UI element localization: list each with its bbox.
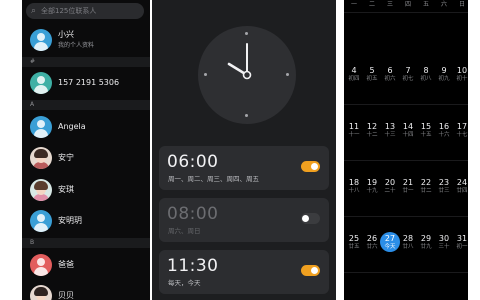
person-icon xyxy=(30,210,52,232)
contact-name: 安明玥 xyxy=(58,216,82,225)
section-header-b: B xyxy=(22,238,150,248)
calendar-day[interactable]: 14 十四 xyxy=(398,122,418,142)
contact-row-beibei[interactable]: 贝贝 xyxy=(22,282,150,300)
person-icon xyxy=(30,116,52,138)
calendar-day[interactable]: 30 三十 xyxy=(434,234,454,254)
calendar-day[interactable]: 9 初九 xyxy=(434,66,454,86)
calendar-day[interactable]: 15 十五 xyxy=(416,122,436,142)
calendar-day[interactable]: 24 廿四 xyxy=(452,178,468,198)
alarm-repeat-days: 周六、周日 xyxy=(168,227,201,235)
calendar-day[interactable]: 16 十六 xyxy=(434,122,454,142)
my-avatar-icon xyxy=(30,29,52,51)
alarm-time: 11:30 xyxy=(167,256,219,276)
contact-name: Angela xyxy=(58,122,86,131)
calendar-screen: 一 二 三 四 五 六 日 4 初四 5 初五 6 初六 7 初七 8 初八 9 初九 10… xyxy=(344,0,468,300)
calendar-day[interactable]: 20 二十 xyxy=(380,178,400,198)
contact-name: 157 2191 5306 xyxy=(58,78,120,87)
clock-screen: 06:00 周一、周二、周三、周四、周五 08:00 周六、周日 11:30 每… xyxy=(152,0,336,300)
alarm-repeat-days: 每天，今天 xyxy=(168,279,201,287)
alarm-time: 08:00 xyxy=(167,204,219,224)
calendar-day[interactable]: 28 廿八 xyxy=(398,234,418,254)
contact-row-anning[interactable]: 安宁 xyxy=(22,144,150,172)
weekday-label: 三 xyxy=(386,1,393,8)
alarm-toggle-switch[interactable] xyxy=(301,213,320,224)
contacts-search-input[interactable]: ⌕ 全部125位联系人 xyxy=(26,3,144,19)
calendar-day[interactable]: 21 廿一 xyxy=(398,178,418,198)
calendar-day[interactable]: 29 廿九 xyxy=(416,234,436,254)
calendar-day[interactable]: 18 十八 xyxy=(344,178,364,198)
alarm-toggle-switch[interactable] xyxy=(301,265,320,276)
calendar-day[interactable]: 8 初八 xyxy=(416,66,436,86)
alarm-repeat-days: 周一、周二、周三、周四、周五 xyxy=(168,175,259,183)
my-profile-row[interactable]: 小兴 我的个人资料 xyxy=(22,26,150,54)
calendar-day[interactable]: 19 十九 xyxy=(362,178,382,198)
weekday-label: 一 xyxy=(350,1,357,8)
calendar-day[interactable]: 6 初六 xyxy=(380,66,400,86)
calendar-day[interactable]: 26 廿六 xyxy=(362,234,382,254)
contact-row-anmingyue[interactable]: 安明玥 xyxy=(22,207,150,235)
weekday-label: 五 xyxy=(422,1,429,8)
person-icon xyxy=(30,72,52,94)
calendar-day[interactable]: 17 十七 xyxy=(452,122,468,142)
contact-name: 安宁 xyxy=(58,153,74,162)
alarm-card-0800[interactable]: 08:00 周六、周日 xyxy=(159,198,329,242)
calendar-day[interactable]: 11 十一 xyxy=(344,122,364,142)
calendar-day[interactable]: 13 十三 xyxy=(380,122,400,142)
calendar-day[interactable]: 7 初七 xyxy=(398,66,418,86)
contact-photo-avatar xyxy=(30,285,52,300)
alarm-time: 06:00 xyxy=(167,152,219,172)
calendar-day[interactable]: 23 廿三 xyxy=(434,178,454,198)
contact-row-anqi[interactable]: 安琪 xyxy=(22,176,150,204)
weekday-label: 四 xyxy=(404,1,411,8)
contact-row-angela[interactable]: Angela xyxy=(22,113,150,141)
clock-hands xyxy=(227,43,252,80)
alarm-card-1130[interactable]: 11:30 每天，今天 xyxy=(159,250,329,294)
person-icon xyxy=(30,254,52,276)
section-header-hash: # xyxy=(22,57,150,67)
calendar-day[interactable]: 22 廿二 xyxy=(416,178,436,198)
analog-clock-face xyxy=(198,26,296,124)
calendar-day[interactable]: 25 廿五 xyxy=(344,234,364,254)
search-placeholder: 全部125位联系人 xyxy=(41,7,97,15)
calendar-day-today[interactable]: 27 今天 xyxy=(380,232,400,252)
contact-row-phone-number[interactable]: 157 2191 5306 xyxy=(22,69,150,97)
calendar-day[interactable]: 31 初一 xyxy=(452,234,468,254)
contact-name: 安琪 xyxy=(58,185,74,194)
calendar-day[interactable]: 12 十二 xyxy=(362,122,382,142)
weekday-label: 六 xyxy=(440,1,447,8)
calendar-day[interactable]: 4 初四 xyxy=(344,66,364,86)
alarm-card-0600[interactable]: 06:00 周一、周二、周三、周四、周五 xyxy=(159,146,329,190)
my-profile-subtitle: 我的个人资料 xyxy=(58,42,95,49)
contact-name: 爸爸 xyxy=(58,260,74,269)
calendar-day[interactable]: 10 初十 xyxy=(452,66,468,86)
contact-photo-avatar xyxy=(30,179,52,201)
search-icon: ⌕ xyxy=(31,6,37,16)
weekday-label: 日 xyxy=(458,1,465,8)
alarm-toggle-switch[interactable] xyxy=(301,161,320,172)
my-name: 小兴 xyxy=(58,30,74,39)
contact-photo-avatar xyxy=(30,147,52,169)
contact-row-baba[interactable]: 爸爸 xyxy=(22,251,150,279)
section-header-a: A xyxy=(22,100,150,110)
contacts-screen: ⌕ 全部125位联系人 小兴 我的个人资料 # 157 2191 5306 A … xyxy=(22,0,150,300)
weekday-label: 二 xyxy=(368,1,375,8)
contact-name: 贝贝 xyxy=(58,291,74,300)
calendar-day[interactable]: 5 初五 xyxy=(362,66,382,86)
